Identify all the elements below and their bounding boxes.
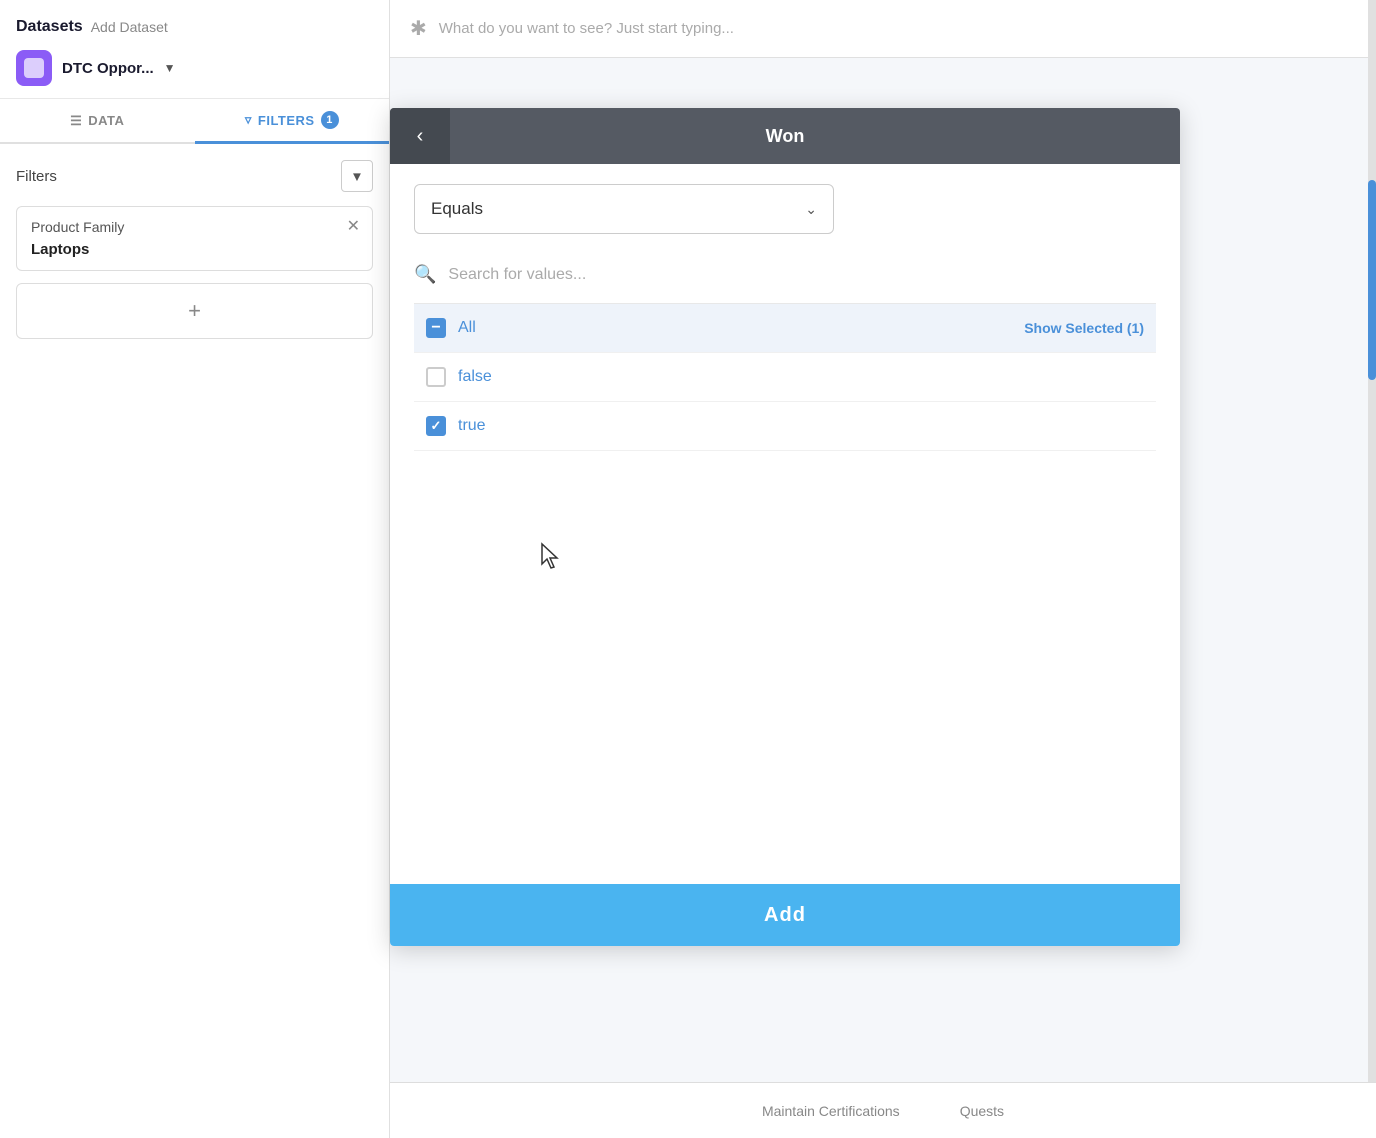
tab-filters[interactable]: ▿ FILTERS 1 — [195, 99, 390, 144]
dataset-name: DTC Oppor... — [62, 60, 154, 77]
filter-card-value: Laptops — [31, 241, 358, 258]
add-filter-button[interactable]: + — [16, 283, 373, 339]
datasets-row: Datasets Add Dataset — [16, 18, 373, 36]
back-arrow-icon: ‹ — [417, 125, 424, 148]
add-filter-icon: + — [188, 298, 201, 324]
value-search-bar[interactable]: 🔍 Search for values... — [414, 254, 1156, 295]
all-value-row[interactable]: − All Show Selected (1) — [414, 304, 1156, 353]
popup-header: ‹ Won — [390, 108, 1180, 164]
all-label: All — [458, 319, 1024, 337]
filters-count-badge: 1 — [321, 111, 339, 129]
tab-data[interactable]: ☰ DATA — [0, 99, 195, 142]
add-button[interactable]: Add — [390, 884, 1180, 946]
bottom-item-2: Quests — [960, 1103, 1004, 1119]
add-dataset-button[interactable]: Add Dataset — [91, 19, 168, 35]
bottom-item-1: Maintain Certifications — [762, 1103, 900, 1119]
right-scrollbar[interactable] — [1368, 0, 1376, 1138]
operator-chevron-icon: ⌄ — [805, 201, 817, 218]
popup-body: Equals ⌄ 🔍 Search for values... − All Sh… — [390, 164, 1180, 884]
ai-icon: ✱ — [410, 16, 427, 41]
search-placeholder-text: Search for values... — [448, 266, 586, 284]
filters-section-title: Filters — [16, 168, 57, 185]
left-sidebar: Datasets Add Dataset DTC Oppor... ▼ ☰ DA… — [0, 0, 390, 1138]
dataset-selector[interactable]: DTC Oppor... ▼ — [16, 50, 373, 86]
dataset-icon — [16, 50, 52, 86]
false-value-row[interactable]: false — [414, 353, 1156, 402]
value-list: − All Show Selected (1) false ✓ true — [414, 303, 1156, 451]
sidebar-tabs: ☰ DATA ▿ FILTERS 1 — [0, 99, 389, 144]
product-family-filter-card: Product Family Laptops ✕ — [16, 206, 373, 271]
filter-card-label: Product Family — [31, 219, 358, 235]
filter-popup: ‹ Won Equals ⌄ 🔍 Search for values... − … — [390, 108, 1180, 946]
search-hint: What do you want to see? Just start typi… — [439, 20, 734, 37]
true-value-row[interactable]: ✓ true — [414, 402, 1156, 451]
datasets-title: Datasets — [16, 18, 83, 36]
checkmark-icon: ✓ — [431, 418, 442, 434]
sidebar-header: Datasets Add Dataset DTC Oppor... ▼ — [0, 0, 389, 99]
filter-card-close-icon[interactable]: ✕ — [347, 219, 360, 235]
data-tab-icon: ☰ — [70, 113, 82, 129]
show-selected-button[interactable]: Show Selected (1) — [1024, 320, 1144, 336]
popup-title: Won — [450, 126, 1120, 147]
true-checkbox[interactable]: ✓ — [426, 416, 446, 436]
tab-data-label: DATA — [88, 113, 124, 128]
dataset-chevron-icon: ▼ — [164, 61, 176, 75]
filter-dropdown-button[interactable]: ▼ — [341, 160, 373, 192]
filter-tab-icon: ▿ — [245, 112, 252, 128]
search-icon: 🔍 — [414, 264, 436, 285]
minus-icon: − — [431, 320, 440, 336]
operator-label: Equals — [431, 199, 483, 219]
dataset-icon-inner — [24, 58, 44, 78]
scrollbar-thumb — [1368, 180, 1376, 380]
false-label: false — [458, 368, 1144, 386]
all-checkbox[interactable]: − — [426, 318, 446, 338]
popup-back-button[interactable]: ‹ — [390, 108, 450, 164]
true-label: true — [458, 417, 1144, 435]
main-top-bar: ✱ What do you want to see? Just start ty… — [390, 0, 1376, 58]
filters-section: Filters ▼ Product Family Laptops ✕ + — [0, 144, 389, 1138]
operator-dropdown[interactable]: Equals ⌄ — [414, 184, 834, 234]
bottom-bar: Maintain Certifications Quests — [390, 1082, 1376, 1138]
tab-filters-label: FILTERS — [258, 113, 315, 128]
false-checkbox[interactable] — [426, 367, 446, 387]
filters-row: Filters ▼ — [16, 160, 373, 192]
